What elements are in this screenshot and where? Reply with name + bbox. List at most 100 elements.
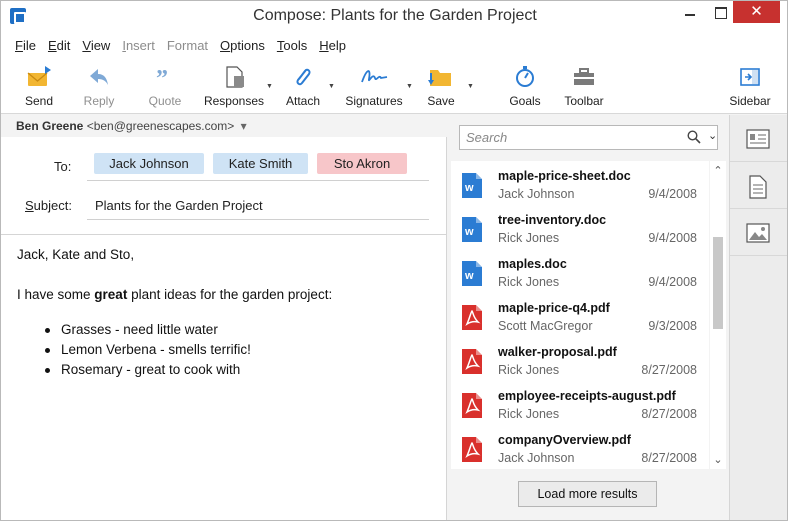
subject-label: Subject:: [25, 198, 72, 213]
attach-label: Attach: [285, 94, 321, 108]
stopwatch-icon: [516, 66, 534, 87]
image-icon: [746, 223, 770, 243]
chevron-down-icon[interactable]: ⌄: [708, 129, 717, 142]
scroll-thumb[interactable]: [713, 237, 723, 329]
menu-insert[interactable]: Insert: [116, 38, 161, 53]
menu-format[interactable]: Format: [161, 38, 214, 53]
contact-card-icon: [746, 129, 770, 149]
signatures-button[interactable]: Signatures: [342, 64, 406, 108]
search-input[interactable]: [466, 129, 666, 146]
goals-label: Goals: [509, 94, 541, 108]
list-item[interactable]: w tree-inventory.doc Rick Jones 9/4/2008: [451, 209, 709, 253]
recipient-chip[interactable]: Jack Johnson: [94, 153, 204, 174]
list-item[interactable]: w maple-price-sheet.doc Jack Johnson 9/4/20…: [451, 165, 709, 209]
search-box: ⌄: [459, 125, 718, 150]
recipient-chip[interactable]: Sto Akron: [317, 153, 407, 174]
file-date: 9/4/2008: [648, 187, 697, 201]
document-icon: [749, 175, 767, 199]
menu-accesskey: F: [15, 37, 23, 53]
menu-file[interactable]: File: [9, 38, 42, 53]
menu-options[interactable]: Options: [214, 38, 271, 53]
from-selector[interactable]: Ben Greene <ben@greenescapes.com> ▾: [1, 115, 447, 137]
sidebar-label: Sidebar: [729, 94, 771, 108]
list-item: Lemon Verbena - smells terrific!: [45, 340, 332, 360]
signatures-dropdown-icon[interactable]: ▼: [406, 83, 413, 90]
chevron-down-icon: ▾: [240, 119, 247, 133]
file-date: 9/4/2008: [648, 275, 697, 289]
attach-button[interactable]: Attach: [281, 64, 325, 108]
signatures-label: Signatures: [345, 94, 403, 108]
to-field-underline: [87, 180, 429, 181]
menu-tools[interactable]: Tools: [271, 38, 313, 53]
toolbar: Send Reply ” Quote Responses ▼ Attach ▼ …: [1, 58, 787, 114]
svg-text:w: w: [464, 270, 474, 282]
menu-view[interactable]: View: [76, 38, 116, 53]
subject-label-text: ubject:: [33, 198, 72, 213]
file-date: 8/27/2008: [641, 451, 697, 465]
intro-paragraph: I have some great plant ideas for the ga…: [17, 285, 332, 305]
file-date: 8/27/2008: [641, 363, 697, 377]
attach-dropdown-icon[interactable]: ▼: [328, 83, 335, 90]
quote-icon: ”: [156, 66, 168, 90]
menu-label: Format: [166, 37, 209, 53]
tab-images[interactable]: [730, 209, 787, 256]
list-item[interactable]: walker-proposal.pdf Rick Jones 8/27/2008: [451, 341, 709, 385]
signature-icon: [361, 70, 388, 83]
list-item[interactable]: maple-price-q4.pdf Scott MacGregor 9/3/200…: [451, 297, 709, 341]
responses-button[interactable]: Responses: [201, 64, 267, 108]
subject-accesskey: S: [25, 198, 34, 213]
scroll-up-arrow-icon[interactable]: ⌃: [710, 164, 726, 177]
responses-dropdown-icon[interactable]: ▼: [266, 83, 273, 90]
toolbar-button[interactable]: Toolbar: [559, 64, 609, 108]
goals-button[interactable]: Goals: [505, 64, 545, 108]
quote-button[interactable]: ” Quote: [143, 64, 187, 108]
sidebar-icon: [740, 68, 760, 86]
svg-text:w: w: [464, 182, 474, 194]
file-name: maple-price-sheet.doc: [498, 169, 631, 183]
file-author: Jack Johnson: [498, 187, 575, 201]
file-name: walker-proposal.pdf: [498, 345, 617, 359]
load-more-button[interactable]: Load more results: [518, 481, 657, 507]
recipient-chip[interactable]: Kate Smith: [213, 153, 308, 174]
compose-window: Compose: Plants for the Garden Project ✕…: [0, 0, 788, 521]
file-author: Scott MacGregor: [498, 319, 593, 333]
reply-button[interactable]: Reply: [77, 64, 121, 108]
menu-edit[interactable]: Edit: [42, 38, 76, 53]
word-document-icon: w: [462, 261, 482, 286]
file-name: maples.doc: [498, 257, 567, 271]
file-date: 9/3/2008: [648, 319, 697, 333]
subject-input[interactable]: Plants for the Garden Project: [95, 198, 263, 213]
subject-field-underline: [87, 219, 429, 220]
header-divider: [1, 234, 447, 235]
tab-contacts[interactable]: [730, 115, 787, 162]
save-button[interactable]: Save: [421, 64, 461, 108]
pdf-document-icon: [462, 393, 482, 418]
close-button[interactable]: ✕: [733, 1, 780, 23]
search-icon[interactable]: [687, 130, 701, 144]
title-bar: Compose: Plants for the Garden Project ✕: [1, 1, 787, 32]
results-scrollbar[interactable]: ⌃ ⌄: [710, 161, 726, 469]
scroll-down-arrow-icon[interactable]: ⌄: [710, 453, 726, 466]
save-dropdown-icon[interactable]: ▼: [467, 83, 474, 90]
list-item[interactable]: companyOverview.pdf Jack Johnson 8/27/2008: [451, 429, 709, 469]
minimize-button[interactable]: [677, 1, 703, 23]
menu-label: ools: [283, 37, 308, 53]
file-date: 8/27/2008: [641, 407, 697, 421]
responses-icon: [226, 66, 244, 88]
send-button[interactable]: Send: [17, 64, 61, 108]
from-email: <ben@greenescapes.com>: [86, 119, 235, 133]
bold-text: great: [94, 287, 128, 302]
menu-accesskey: V: [82, 37, 91, 53]
menu-help[interactable]: Help: [313, 38, 352, 53]
maximize-button[interactable]: [707, 1, 733, 23]
folder-icon: [428, 70, 451, 86]
message-body[interactable]: Jack, Kate and Sto, I have some great pl…: [17, 245, 332, 380]
sidebar-tabs: [729, 115, 787, 520]
file-author: Rick Jones: [498, 231, 560, 245]
list-item[interactable]: employee-receipts-august.pdf Rick Jones 8/…: [451, 385, 709, 429]
menu-accesskey: E: [47, 37, 57, 53]
tab-documents[interactable]: [730, 162, 787, 209]
list-item[interactable]: w maples.doc Rick Jones 9/4/2008: [451, 253, 709, 297]
file-author: Rick Jones: [498, 363, 560, 377]
sidebar-button[interactable]: Sidebar: [725, 64, 775, 108]
